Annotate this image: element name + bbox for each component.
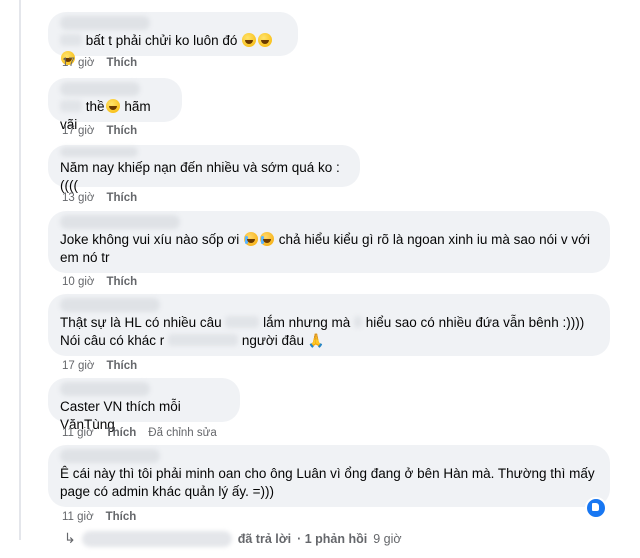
like-button[interactable]: Thích: [106, 276, 137, 288]
timestamp[interactable]: 17 giờ: [62, 360, 94, 372]
author-name-blurred[interactable]: [60, 382, 150, 396]
comment-7: Ê cái này thì tôi phải minh oan cho ông …: [48, 445, 610, 519]
grin-emoji-icon: [242, 33, 257, 47]
timestamp[interactable]: 10 giờ: [62, 276, 94, 288]
comment-5: Thật sự là HL có nhiều câu lắm nhưng mà …: [48, 294, 610, 356]
comment-3: Năm nay khiếp nạn đến nhiều và sớm quá k…: [48, 145, 360, 193]
grin-emoji-icon: [105, 99, 120, 113]
comment-text: người đâu 🙏: [241, 333, 325, 348]
author-name-blurred[interactable]: [60, 147, 138, 157]
like-button[interactable]: Thích: [106, 427, 137, 439]
replied-label: đã trả lời: [237, 531, 292, 546]
comment-4: Joke không vui xíu nào sốp ơi chả hiểu k…: [48, 211, 610, 273]
author-name-blurred[interactable]: [60, 82, 140, 96]
like-button[interactable]: Thích: [106, 360, 137, 372]
comment-bubble: Năm nay khiếp nạn đến nhiều và sớm quá k…: [48, 145, 360, 193]
author-name-blurred[interactable]: [60, 16, 150, 30]
edited-label[interactable]: Đã chỉnh sửa: [148, 427, 216, 439]
comment-bubble: bất t phải chửi ko luôn đó: [48, 12, 298, 65]
view-replies-link[interactable]: ↳ đã trả lời · 1 phản hồi 9 giờ: [64, 530, 402, 547]
thread-line: [19, 0, 21, 540]
grin-emoji-icon: [258, 33, 273, 47]
comment-bubble: Ê cái này thì tôi phải minh oan cho ông …: [48, 445, 610, 507]
comment-meta: 13 giờ Thích: [62, 192, 137, 204]
reply-arrow-icon: ↳: [64, 530, 76, 546]
comment-meta: 17 giờ Thích: [62, 360, 137, 372]
reply-time: 9 giờ: [373, 531, 402, 546]
blurred-word: [60, 34, 82, 46]
crying-emoji-icon: [243, 232, 258, 246]
comment-meta: 11 giờ Thích Đã chỉnh sửa: [62, 427, 217, 439]
comment-bubble: Joke không vui xíu nào sốp ơi chả hiểu k…: [48, 211, 610, 273]
like-button[interactable]: Thích: [106, 192, 137, 204]
blurred-word: [354, 316, 362, 328]
like-reaction-icon[interactable]: [585, 497, 607, 519]
blurred-word: [168, 334, 239, 346]
timestamp[interactable]: 17 giờ: [62, 125, 94, 137]
comment-text: Năm nay khiếp nạn đến nhiều và sớm quá k…: [60, 160, 340, 193]
comment-text: Joke không vui xíu nào sốp ơi: [60, 232, 240, 247]
comment-meta: 17 giờ Thích: [62, 57, 137, 69]
like-button[interactable]: Thích: [106, 511, 137, 523]
author-name-blurred[interactable]: [60, 449, 160, 463]
comment-text: lắm nhưng mà: [263, 315, 351, 330]
author-name-blurred[interactable]: [60, 298, 160, 312]
like-button[interactable]: Thích: [106, 57, 137, 69]
timestamp[interactable]: 11 giờ: [62, 427, 94, 439]
comment-text: thề: [85, 99, 105, 114]
comment-meta: 11 giờ Thích: [62, 511, 136, 523]
author-name-blurred[interactable]: [60, 215, 180, 229]
comment-meta: 10 giờ Thích: [62, 276, 137, 288]
timestamp[interactable]: 13 giờ: [62, 192, 94, 204]
reply-count: · 1 phản hồi: [297, 531, 368, 546]
timestamp[interactable]: 11 giờ: [62, 511, 94, 523]
replier-name-blurred: [81, 530, 232, 547]
comment-text: bất t phải chửi ko luôn đó: [85, 33, 238, 48]
comment-bubble: thề hãm vãi: [48, 78, 182, 132]
comment-text: Thật sự là HL có nhiều câu: [60, 315, 222, 330]
comment-bubble: Caster VN thích mỗi VănTùng: [48, 378, 240, 432]
comment-2: thề hãm vãi: [48, 78, 182, 132]
like-button[interactable]: Thích: [106, 125, 137, 137]
comment-meta: 17 giờ Thích: [62, 125, 137, 137]
timestamp[interactable]: 17 giờ: [62, 57, 94, 69]
blurred-word: [225, 316, 260, 328]
comment-text: Ê cái này thì tôi phải minh oan cho ông …: [60, 466, 595, 499]
blurred-word: [60, 100, 82, 112]
comment-6: Caster VN thích mỗi VănTùng: [48, 378, 240, 432]
comment-bubble: Thật sự là HL có nhiều câu lắm nhưng mà …: [48, 294, 610, 356]
comment-1: bất t phải chửi ko luôn đó: [48, 12, 298, 65]
crying-emoji-icon: [259, 232, 274, 246]
